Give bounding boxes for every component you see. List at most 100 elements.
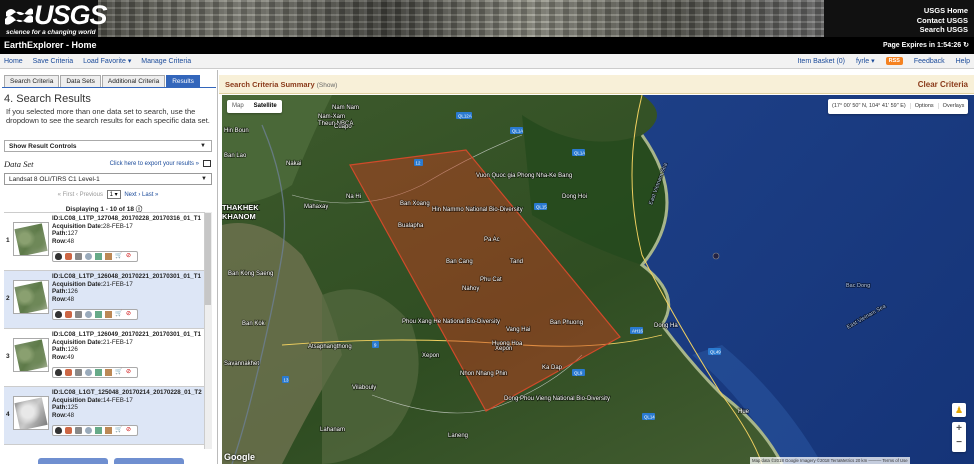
tab-results[interactable]: Results (166, 75, 200, 87)
results-scrollbar-thumb[interactable] (205, 213, 211, 305)
order-scene-icon[interactable] (105, 311, 112, 318)
show-metadata-icon[interactable] (85, 427, 92, 434)
nav-load-favorite[interactable]: Load Favorite ▾ (83, 58, 131, 65)
result-row[interactable]: 1 ID:LC08_L1TP_127048_20170228_20170316_0… (4, 213, 204, 271)
user-menu[interactable]: fyrle ▾ (856, 58, 875, 65)
place-label: Vilabouly (352, 385, 376, 391)
compare-browse-icon[interactable] (75, 369, 82, 376)
order-scene-icon[interactable] (105, 369, 112, 376)
order-scene-icon[interactable] (105, 253, 112, 260)
criteria-show-link[interactable]: (Show) (317, 82, 338, 89)
compare-browse-icon[interactable] (75, 427, 82, 434)
pager-next[interactable]: Next › (124, 192, 140, 198)
zoom-out-button[interactable]: − (952, 436, 966, 450)
show-footprint-icon[interactable] (55, 253, 62, 260)
show-result-controls-dropdown[interactable]: Show Result Controls ▼ (4, 140, 212, 152)
usgs-logo[interactable]: USGS science for a changing world (4, 2, 108, 36)
view-item-button[interactable] (38, 458, 108, 464)
show-browse-overlay-icon[interactable] (65, 369, 72, 376)
help-link[interactable]: Help (956, 58, 970, 65)
street-view-pegman-icon[interactable]: ♟ (952, 403, 966, 417)
download-options-icon[interactable] (95, 253, 102, 260)
show-browse-overlay-icon[interactable] (65, 427, 72, 434)
pager-last[interactable]: Last » (142, 192, 158, 198)
search-usgs-link[interactable]: Search USGS (917, 25, 968, 35)
download-options-icon[interactable] (95, 311, 102, 318)
result-row[interactable]: 2 ID:LC08_L1TP_126048_20170221_20170301_0… (4, 271, 204, 329)
export-results-link[interactable]: Click here to export your results » (110, 161, 199, 167)
result-date-label: Acquisition Date: (52, 396, 103, 404)
map-canvas[interactable]: Nam Nam Nam-Xam Theun NBCA Cuapo Hin Bou… (222, 95, 974, 464)
order-scene-icon[interactable] (105, 427, 112, 434)
exclude-scene-icon[interactable]: ⊘ (125, 311, 132, 318)
result-id-label: ID: (52, 215, 61, 222)
item-basket-link[interactable]: Item Basket (0) (798, 58, 845, 65)
add-to-cart-icon[interactable]: 🛒 (115, 253, 122, 260)
add-to-cart-icon[interactable]: 🛒 (115, 427, 122, 434)
result-row[interactable]: 3 ID:LC08_L1TP_126049_20170221_20170301_0… (4, 329, 204, 387)
show-metadata-icon[interactable] (85, 369, 92, 376)
pager-first[interactable]: « First (58, 192, 75, 198)
rss-icon[interactable]: RSS (885, 57, 903, 66)
map-overlays-button[interactable]: Overlays (937, 103, 969, 109)
nav-save-criteria[interactable]: Save Criteria (33, 58, 73, 65)
result-date-label: Acquisition Date: (52, 222, 103, 230)
road-shield-label: QL1A (574, 151, 585, 156)
map-type-map[interactable]: Map (227, 100, 249, 113)
clear-criteria-button[interactable]: Clear Criteria (918, 80, 968, 89)
show-footprint-icon[interactable] (55, 369, 62, 376)
step-title: 4. Search Results (4, 93, 91, 105)
road-shield-label: QL49 (710, 350, 721, 355)
result-thumbnail[interactable] (13, 222, 49, 256)
download-options-icon[interactable] (95, 369, 102, 376)
exclude-scene-icon[interactable]: ⊘ (125, 253, 132, 260)
submit-standing-request-button[interactable] (114, 458, 184, 464)
result-thumbnail[interactable] (13, 396, 49, 430)
exclude-scene-icon[interactable]: ⊘ (125, 369, 132, 376)
tab-search-criteria[interactable]: Search Criteria (4, 75, 60, 87)
show-metadata-icon[interactable] (85, 311, 92, 318)
result-thumbnail[interactable] (13, 280, 49, 314)
road-shield-label: QL15 (536, 205, 547, 210)
download-options-icon[interactable] (95, 427, 102, 434)
feedback-link[interactable]: Feedback (914, 58, 945, 65)
exclude-scene-icon[interactable]: ⊘ (125, 427, 132, 434)
result-row[interactable]: 4 ID:LC08_L1GT_125048_20170214_20170228_0… (4, 387, 204, 445)
map-type-satellite[interactable]: Satellite (249, 100, 282, 113)
result-date: Acquisition Date:21-FEB-17 (52, 339, 201, 347)
compare-browse-icon[interactable] (75, 253, 82, 260)
map-marker[interactable] (712, 252, 720, 260)
dataset-select[interactable]: Landsat 8 OLI/TIRS C1 Level-1 ▼ (4, 173, 212, 185)
refresh-icon[interactable]: ↻ (963, 42, 969, 49)
place-label: Dong Hoi (562, 194, 587, 200)
map-options-button[interactable]: Options (909, 103, 938, 109)
place-label: Hin Nammo National Bio-Diversity (432, 207, 523, 213)
show-footprint-icon[interactable] (55, 311, 62, 318)
page-select[interactable]: 1 ▾ (106, 190, 121, 199)
result-path-value: 126 (67, 288, 78, 296)
show-footprint-icon[interactable] (55, 427, 62, 434)
show-browse-overlay-icon[interactable] (65, 311, 72, 318)
user-name: fyrle (855, 58, 870, 65)
show-metadata-icon[interactable] (85, 253, 92, 260)
pager-previous[interactable]: ‹ Previous (76, 192, 103, 198)
show-browse-overlay-icon[interactable] (65, 253, 72, 260)
tab-data-sets[interactable]: Data Sets (60, 75, 101, 87)
satellite-map: Nam Nam Nam-Xam Theun NBCA Cuapo Hin Bou… (222, 95, 974, 464)
add-to-cart-icon[interactable]: 🛒 (115, 311, 122, 318)
nav-home[interactable]: Home (4, 58, 23, 65)
page-expires: Page Expires in 1:54:26 ↻ (883, 41, 969, 49)
zoom-in-button[interactable]: + (952, 422, 966, 436)
tab-additional-criteria[interactable]: Additional Criteria (101, 75, 166, 87)
result-actions: 🛒 ⊘ (52, 251, 138, 262)
result-thumbnail[interactable] (13, 338, 49, 372)
road-shield-label: 12 (416, 161, 421, 166)
compare-browse-icon[interactable] (75, 311, 82, 318)
add-to-cart-icon[interactable]: 🛒 (115, 369, 122, 376)
contact-usgs-link[interactable]: Contact USGS (917, 16, 968, 26)
result-date: Acquisition Date:21-FEB-17 (52, 281, 201, 289)
export-icon[interactable] (203, 160, 211, 167)
map-attribution[interactable]: Map data ©2018 Google Imagery ©2018 Terr… (750, 457, 910, 464)
nav-manage-criteria[interactable]: Manage Criteria (141, 58, 191, 65)
usgs-home-link[interactable]: USGS Home (917, 6, 968, 16)
